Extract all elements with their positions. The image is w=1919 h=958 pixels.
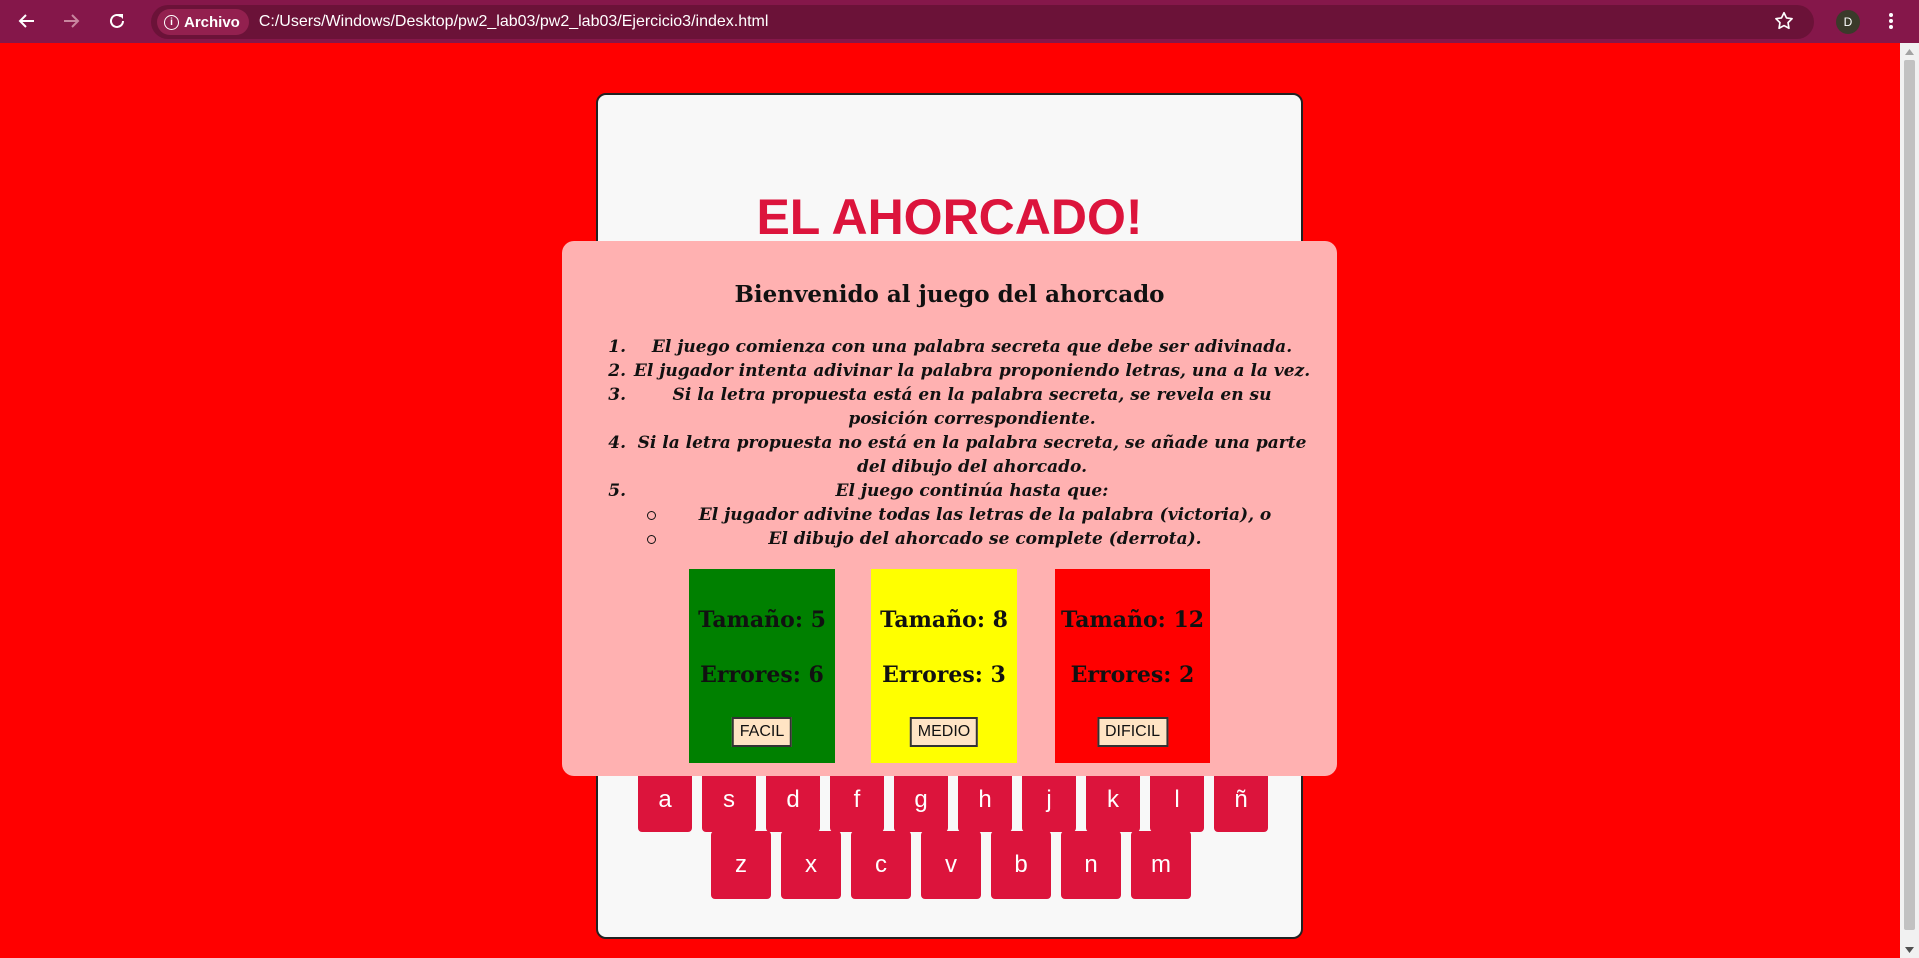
key-button[interactable]: l [1150,768,1204,832]
key-button[interactable]: b [991,831,1051,899]
rule-item: 5. El juego continúa hasta que: [592,479,1312,503]
scroll-up-icon[interactable] [1900,43,1919,60]
key-button[interactable]: n [1061,831,1121,899]
key-button[interactable]: d [766,768,820,832]
address-bar[interactable]: i Archivo C:/Users/Windows/Desktop/pw2_l… [151,5,1814,39]
rule-item: 1. El juego comienza con una palabra sec… [592,335,1312,359]
subrule-item: El jugador adivine todas las letras de l… [592,503,1312,527]
rule-item: 3. Si la letra propuesta está en la pala… [592,383,1312,431]
rule-item: 4. Si la letra propuesta no está en la p… [592,431,1312,479]
key-button[interactable]: j [1022,768,1076,832]
circle-bullet-icon [592,503,658,527]
medio-button[interactable]: MEDIO [909,717,979,747]
level-errors: Errores: 2 [1070,662,1195,688]
rule-text: El jugador intenta adivinar la palabra p… [633,361,1311,381]
scrollbar-thumb[interactable] [1904,60,1915,930]
facil-button[interactable]: FACIL [731,717,793,747]
url-text[interactable]: C:/Users/Windows/Desktop/pw2_lab03/pw2_l… [259,13,769,31]
key-button[interactable]: m [1131,831,1191,899]
keyboard-row-a: asdfghjklñ [638,768,1268,832]
keyboard-row-z: zxcvbnm [711,831,1191,899]
subrule-text: El jugador adivine todas las letras de l… [698,505,1272,525]
rule-text: Si la letra propuesta no está en la pala… [637,433,1307,477]
level-size: Tamaño: 8 [880,607,1008,633]
scroll-down-icon[interactable] [1900,941,1919,958]
key-button[interactable]: s [702,768,756,832]
key-button[interactable]: h [958,768,1012,832]
game-title: EL AHORCADO! [756,189,1143,245]
rule-text: Si la letra propuesta está en la palabra… [672,385,1272,429]
vertical-scrollbar[interactable] [1900,43,1919,958]
level-size: Tamaño: 5 [698,607,826,633]
level-card-medio: Tamaño: 8 Errores: 3 MEDIO [871,569,1017,763]
reload-icon[interactable] [106,10,128,32]
rule-number: 1. [608,337,626,357]
level-card-dificil: Tamaño: 12 Errores: 2 DIFICIL [1055,569,1210,763]
key-button[interactable]: f [830,768,884,832]
level-errors: Errores: 6 [700,662,824,688]
key-button[interactable]: a [638,768,692,832]
key-button[interactable]: c [851,831,911,899]
level-card-facil: Tamaño: 5 Errores: 6 FACIL [689,569,835,763]
rule-number: 5. [608,481,626,501]
subrule-text: El dibujo del ahorcado se complete (derr… [768,529,1202,549]
dificil-button[interactable]: DIFICIL [1096,717,1169,747]
rule-text: El juego continúa hasta que: [835,481,1109,501]
modal-title: Bienvenido al juego del ahorcado [734,281,1165,308]
key-button[interactable]: v [921,831,981,899]
rule-item: 2. El jugador intenta adivinar la palabr… [592,359,1312,383]
rule-number: 4. [608,433,626,453]
key-button[interactable]: z [711,831,771,899]
kebab-menu-icon[interactable] [1886,10,1896,32]
key-button[interactable]: g [894,768,948,832]
back-arrow-icon[interactable] [16,10,38,32]
info-icon: i [164,14,179,30]
browser-toolbar: i Archivo C:/Users/Windows/Desktop/pw2_l… [0,0,1919,43]
bookmark-star-icon[interactable] [1773,10,1795,32]
instructions-modal: Bienvenido al juego del ahorcado 1. El j… [562,241,1337,776]
profile-avatar[interactable]: D [1836,10,1860,34]
level-errors: Errores: 3 [882,662,1006,688]
key-button[interactable]: k [1086,768,1140,832]
subrule-item: El dibujo del ahorcado se complete (derr… [592,527,1312,551]
circle-bullet-icon [592,527,658,551]
rule-number: 2. [608,361,626,381]
rules-list: 1. El juego comienza con una palabra sec… [592,335,1312,551]
key-button[interactable]: x [781,831,841,899]
site-chip-label: Archivo [184,13,240,31]
forward-arrow-icon[interactable] [60,10,82,32]
key-button[interactable]: ñ [1214,768,1268,832]
level-size: Tamaño: 12 [1060,607,1205,633]
rule-text: El juego comienza con una palabra secret… [651,337,1293,357]
site-info-chip[interactable]: i Archivo [157,9,249,35]
rule-number: 3. [608,385,626,405]
